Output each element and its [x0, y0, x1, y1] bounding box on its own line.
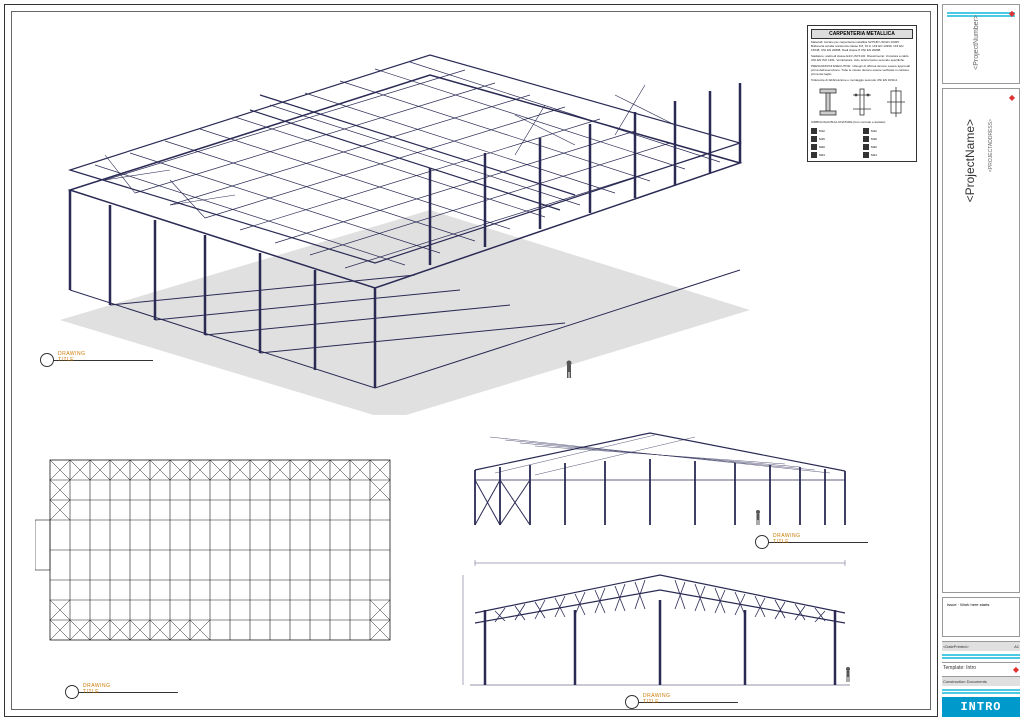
strip-issue-block: Issue · Work here starts [942, 597, 1020, 637]
arrow-icon: ◆ [1009, 9, 1015, 18]
viewport-section [445, 555, 875, 705]
notes-symbols: M12M12 M16M16 M20M20 M24M24 [811, 128, 913, 158]
project-name: <ProjectName> [963, 119, 977, 202]
view-title-label: DRAWING TITLE [58, 351, 85, 363]
viewport-plan [35, 445, 405, 685]
strip-projectnumber-block: <ProjectNumber> ◆ [942, 4, 1020, 84]
view-title-1: DRAWING TITLE [40, 353, 54, 367]
arrow-icon: ◆ [1013, 665, 1019, 674]
view-bubble-icon [65, 685, 79, 699]
view-title-label: DRAWING TITLE [83, 683, 110, 695]
titleblock: <DatePrinted>A1 Template: Intro ◆ Constr… [942, 641, 1020, 717]
arrow-icon: ◆ [1009, 93, 1015, 102]
tb-template-row: Template: Intro ◆ [942, 662, 1020, 676]
tb-date-row: <DatePrinted>A1 [942, 641, 1020, 651]
sheet-code: INTRO [942, 697, 1020, 717]
project-number: <ProjectNumber> [973, 15, 980, 70]
view-title-label: DRAWING TITLE [643, 693, 670, 705]
view-bubble-icon [625, 695, 639, 709]
view-bubble-icon [755, 535, 769, 549]
view-bubble-icon [40, 353, 54, 367]
drawing-sheet: DRAWING TITLE [4, 4, 938, 717]
notes-text: Materiali: Acciaio per carpenteria metal… [811, 41, 913, 83]
view-title-label: DRAWING TITLE [773, 533, 800, 545]
view-title-2: DRAWING TITLE [65, 685, 79, 699]
notes-panel: CARPENTERIA METALLICA Materiali: Acciaio… [807, 25, 917, 162]
viewport-3d-small [435, 425, 865, 545]
view-title-3: DRAWING TITLE [755, 535, 769, 549]
titlestrip: <ProjectNumber> ◆ <ProjectName> <PROJECT… [942, 4, 1020, 717]
strip-projectname-block: <ProjectName> <PROJECTADDRESS> ◆ [942, 88, 1020, 593]
project-address: <PROJECTADDRESS> [988, 119, 994, 172]
viewport-3d-main [15, 15, 755, 415]
tb-status-row: Construction Documents [942, 676, 1020, 686]
view-title-4: DRAWING TITLE [625, 695, 639, 709]
notes-diagram [811, 87, 913, 117]
notes-title: CARPENTERIA METALLICA [811, 29, 913, 39]
